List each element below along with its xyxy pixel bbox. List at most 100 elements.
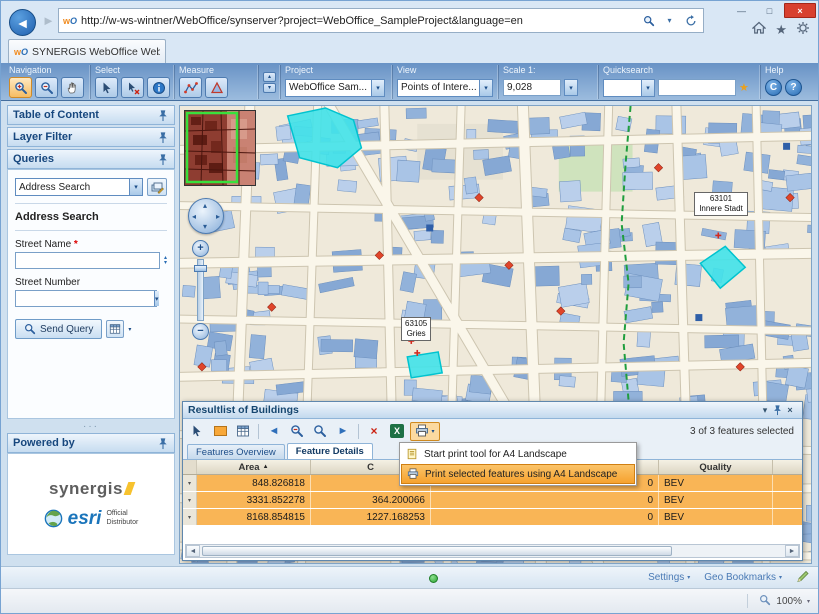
view-select[interactable]: Points of Intere... ▾ bbox=[397, 79, 493, 97]
browser-tab[interactable]: wO SYNERGIS WebOffice Web... bbox=[8, 39, 166, 63]
tools-gear-icon[interactable] bbox=[796, 21, 810, 38]
remove-selection-button[interactable]: × bbox=[364, 422, 384, 441]
table-row[interactable]: ▾ 8168.854815 1227.168253 0 BEV bbox=[183, 509, 802, 526]
edit-query-button[interactable] bbox=[147, 178, 167, 196]
pin-icon[interactable] bbox=[157, 153, 169, 166]
zoom-out-button[interactable] bbox=[35, 77, 58, 98]
panel-header-queries[interactable]: Queries bbox=[7, 149, 175, 169]
horizontal-scrollbar[interactable]: ◄ ► bbox=[185, 544, 800, 558]
scroll-left-icon[interactable]: ◄ bbox=[186, 545, 200, 557]
search-icon[interactable] bbox=[640, 15, 657, 27]
scale-input[interactable] bbox=[503, 79, 561, 96]
row-selector[interactable]: ▾ bbox=[183, 509, 197, 525]
toolbar-scroll-down-icon[interactable]: ▾ bbox=[263, 83, 276, 93]
row-selector[interactable]: ▾ bbox=[183, 492, 197, 508]
project-select[interactable]: WebOffice Sam... ▾ bbox=[285, 79, 385, 97]
measure-area-button[interactable] bbox=[205, 77, 228, 98]
close-button[interactable]: × bbox=[784, 3, 816, 18]
menu-item-start-print-tool[interactable]: Start print tool for A4 Landscape bbox=[401, 444, 635, 464]
refresh-icon[interactable] bbox=[682, 15, 699, 27]
close-panel-icon[interactable]: × bbox=[783, 405, 797, 415]
select-rows-button[interactable] bbox=[187, 422, 207, 441]
zoom-magnifier-icon[interactable] bbox=[759, 594, 771, 609]
table-row[interactable]: ▾ 3331.852278 364.200066 0 BEV bbox=[183, 492, 802, 509]
settings-link[interactable]: Settings▾ bbox=[648, 572, 690, 583]
show-selected-button[interactable] bbox=[210, 422, 230, 441]
resultlist-header[interactable]: Resultlist of Buildings ▾ × bbox=[183, 402, 802, 419]
forward-button[interactable]: ► bbox=[42, 13, 55, 28]
tab-features-overview[interactable]: Features Overview bbox=[187, 444, 285, 459]
pan-down-icon[interactable]: ▾ bbox=[203, 222, 207, 231]
pan-control[interactable]: ▴ ▾ ◂ ▸ bbox=[188, 198, 224, 234]
url-text[interactable]: http://w-ws-wintner/WebOffice/synserver?… bbox=[81, 15, 636, 27]
back-button[interactable]: ◄ bbox=[9, 9, 36, 36]
chevron-down-icon[interactable]: ▾ bbox=[807, 598, 810, 605]
quicksearch-input[interactable] bbox=[658, 79, 736, 96]
autocomplete-dropdown-icon[interactable]: ▾ bbox=[661, 16, 678, 25]
attribute-table-button[interactable] bbox=[233, 422, 253, 441]
next-feature-button[interactable]: ► bbox=[333, 422, 353, 441]
minimize-button[interactable]: — bbox=[728, 3, 755, 18]
pan-right-icon[interactable]: ▸ bbox=[216, 212, 220, 221]
scale-dropdown-button[interactable]: ▾ bbox=[564, 79, 578, 96]
maximize-button[interactable]: □ bbox=[756, 3, 783, 18]
scroll-right-icon[interactable]: ► bbox=[785, 545, 799, 557]
sidebar-resize-handle[interactable]: ··· bbox=[7, 423, 175, 433]
measure-distance-button[interactable] bbox=[179, 77, 202, 98]
select-features-button[interactable] bbox=[95, 77, 118, 98]
column-header-quality[interactable]: Quality bbox=[659, 460, 773, 474]
map-viewport[interactable]: ▴ ▾ ◂ ▸ + − 63101 Innere Stadt 63105 Gri… bbox=[179, 105, 812, 564]
zoom-plus-button[interactable]: + bbox=[192, 240, 209, 257]
identify-button[interactable] bbox=[147, 77, 170, 98]
pin-icon[interactable] bbox=[157, 131, 169, 144]
pan-up-icon[interactable]: ▴ bbox=[203, 201, 207, 210]
quicksearch-go-icon[interactable]: ★ bbox=[739, 81, 749, 94]
pin-icon[interactable] bbox=[157, 437, 169, 450]
collapse-panel-icon[interactable]: ▾ bbox=[758, 405, 772, 416]
row-selector[interactable]: ▾ bbox=[183, 475, 197, 491]
street-number-input[interactable] bbox=[16, 291, 154, 306]
chevron-down-icon[interactable]: ▾ bbox=[128, 326, 131, 333]
pin-icon[interactable] bbox=[157, 109, 169, 122]
pan-left-icon[interactable]: ◂ bbox=[192, 212, 196, 221]
previous-feature-button[interactable]: ◄ bbox=[264, 422, 284, 441]
pan-button[interactable] bbox=[61, 77, 84, 98]
geo-bookmarks-link[interactable]: Geo Bookmarks▾ bbox=[704, 572, 782, 583]
zoom-slider-thumb[interactable] bbox=[194, 265, 207, 272]
sort-arrows-icon[interactable]: ▴▾ bbox=[164, 256, 167, 266]
selection-rect-icon bbox=[214, 426, 227, 436]
street-number-combo[interactable]: ▾ bbox=[15, 290, 157, 307]
clear-selection-tool-button[interactable] bbox=[121, 77, 144, 98]
send-query-button[interactable]: Send Query bbox=[15, 319, 102, 339]
quicksearch-type-select[interactable]: ▾ bbox=[603, 79, 655, 97]
zoom-to-selection-button[interactable] bbox=[310, 422, 330, 441]
street-name-input[interactable] bbox=[15, 252, 160, 269]
query-options-button[interactable] bbox=[106, 320, 124, 338]
panel-header-table-of-content[interactable]: Table of Content bbox=[7, 105, 175, 125]
toolbar-scroll-up-icon[interactable]: ▴ bbox=[263, 72, 276, 82]
app-statusbar: Settings▾ Geo Bookmarks▾ bbox=[1, 566, 818, 588]
zoom-slider-track[interactable] bbox=[197, 259, 204, 321]
pin-icon[interactable] bbox=[772, 404, 783, 416]
menu-item-print-selected[interactable]: Print selected features using A4 Landsca… bbox=[401, 464, 635, 484]
zoom-to-feature-button[interactable] bbox=[287, 422, 307, 441]
home-icon[interactable] bbox=[752, 21, 766, 38]
help-button[interactable]: ? bbox=[785, 79, 802, 96]
panel-header-powered-by[interactable]: Powered by bbox=[7, 433, 175, 453]
scrollbar-thumb[interactable] bbox=[202, 546, 672, 556]
zoom-minus-button[interactable]: − bbox=[192, 323, 209, 340]
browser-zoom-level[interactable]: 100% bbox=[776, 596, 802, 607]
overview-map[interactable] bbox=[184, 110, 256, 186]
query-type-select[interactable]: Address Search ▾ bbox=[15, 178, 143, 196]
context-help-button[interactable]: C bbox=[765, 79, 782, 96]
select-cursor-icon bbox=[100, 81, 114, 95]
favorites-star-icon[interactable]: ★ bbox=[775, 23, 787, 36]
panel-header-layer-filter[interactable]: Layer Filter bbox=[7, 127, 175, 147]
edit-pencil-icon[interactable] bbox=[796, 569, 810, 586]
print-button[interactable]: ▾ bbox=[410, 422, 440, 441]
excel-export-button[interactable]: X bbox=[387, 422, 407, 441]
column-header-area[interactable]: Area▲ bbox=[197, 460, 311, 474]
address-bar[interactable]: wO http://w-ws-wintner/WebOffice/synserv… bbox=[58, 8, 704, 33]
zoom-in-button[interactable] bbox=[9, 77, 32, 98]
tab-feature-details[interactable]: Feature Details bbox=[287, 443, 373, 459]
